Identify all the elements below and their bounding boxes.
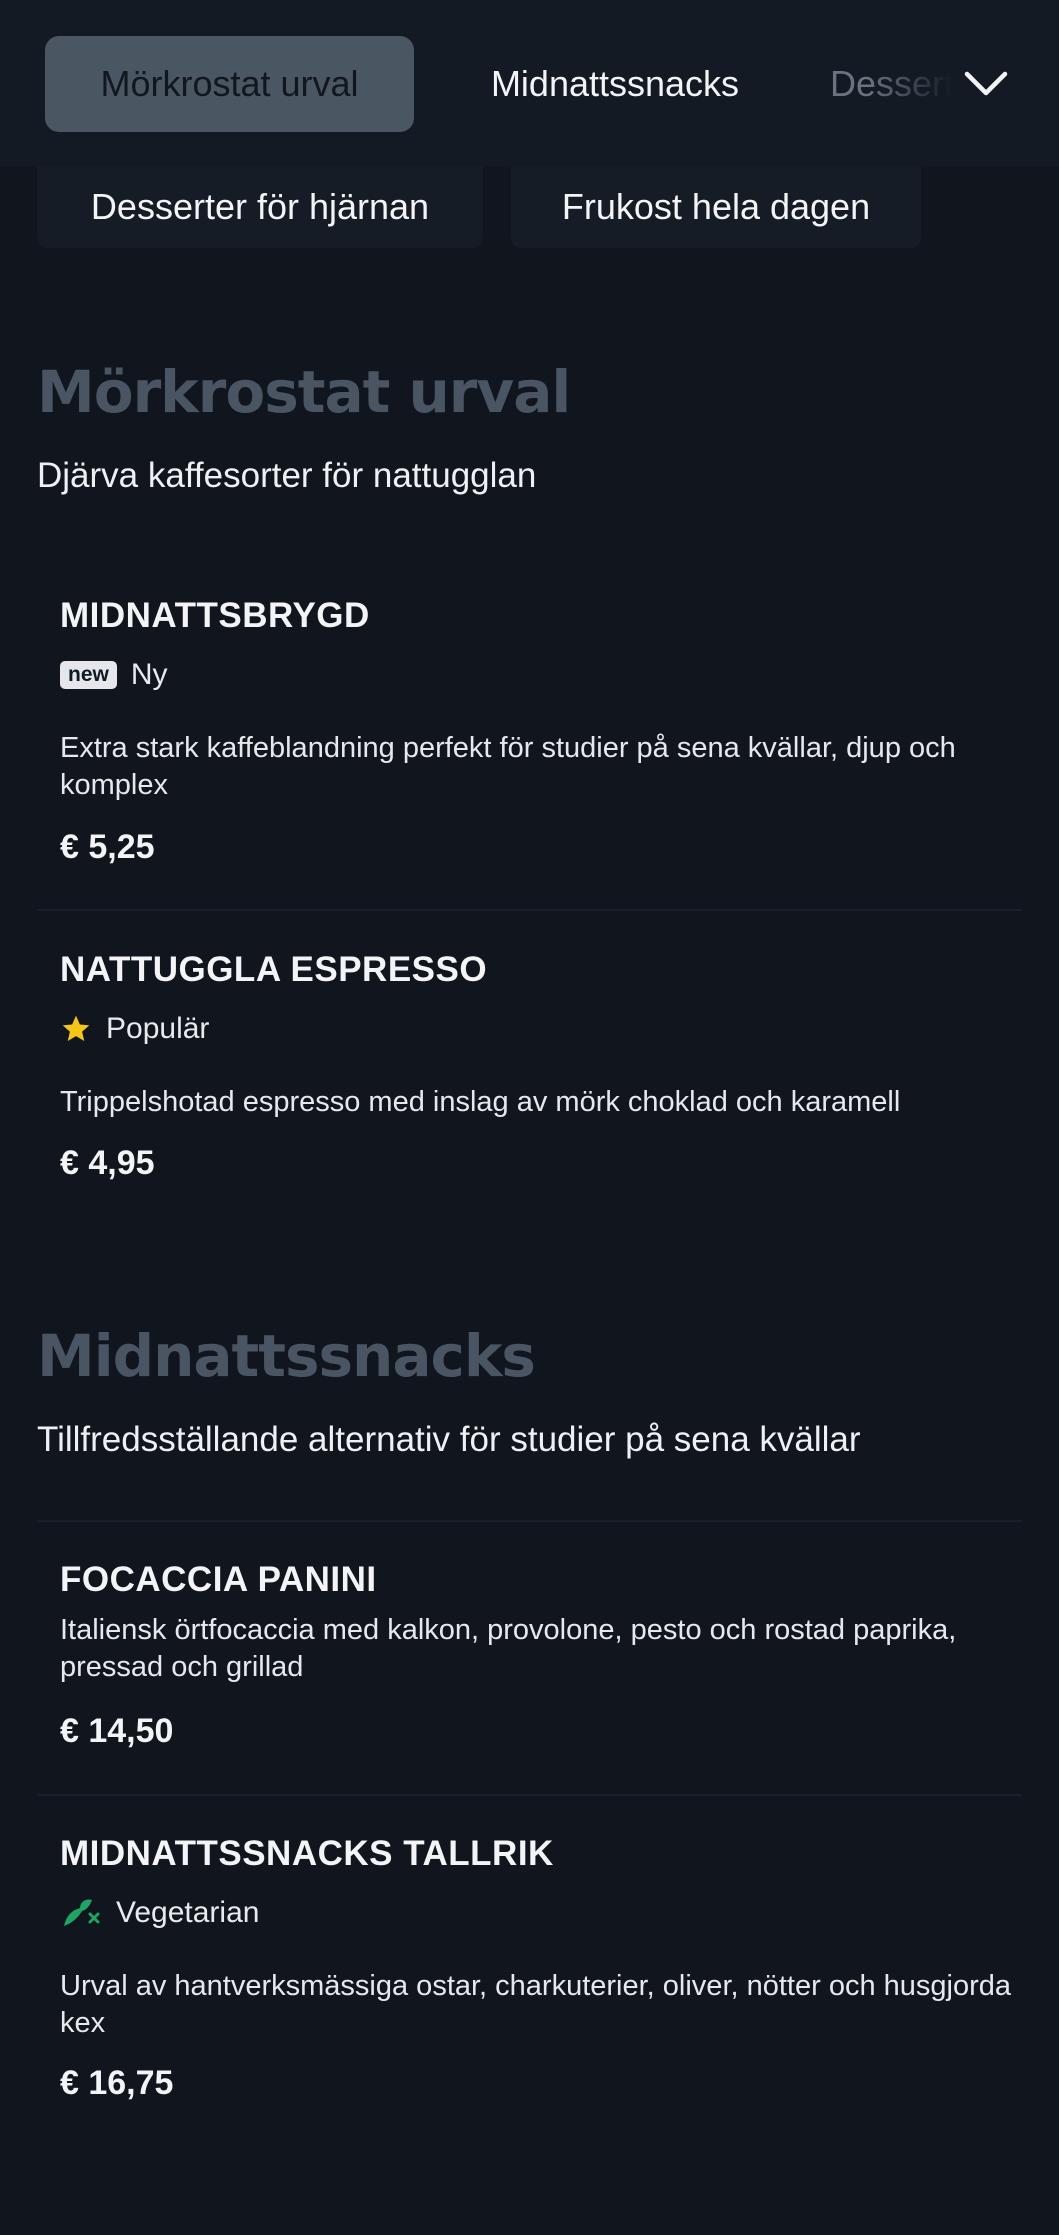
item-price: € 5,25: [60, 828, 155, 866]
item-name: MIDNATTSBRYGD: [60, 596, 370, 635]
item-name: FOCACCIA PANINI: [60, 1560, 377, 1599]
item-price: € 14,50: [60, 1712, 174, 1750]
tab-desserter-partial[interactable]: Desserter för hjärnan: [830, 36, 960, 132]
item-description: Extra stark kaffeblandning perfekt för s…: [60, 732, 956, 801]
section-subtitle-morkrostat: Djärva kaffesorter för nattugglan: [37, 456, 537, 495]
star-icon: [60, 1013, 92, 1045]
item-tag: new Ny: [60, 658, 168, 692]
tab-morkrostat-urval[interactable]: Mörkrostat urval: [45, 36, 414, 132]
new-badge: new: [60, 661, 117, 689]
item-price: € 4,95: [60, 1144, 155, 1182]
category-tab-bar: Mörkrostat urval Midnattssnacks Desserte…: [0, 0, 1059, 166]
item-description: Trippelshotad espresso med inslag av mör…: [60, 1086, 901, 1118]
menu-item-focaccia-panini[interactable]: FOCACCIA PANINI Italiensk örtfocaccia me…: [37, 1522, 1022, 1794]
item-description: Urval av hantverksmässiga ostar, charkut…: [60, 1970, 1012, 2039]
menu-item-midnattsbrygd[interactable]: MIDNATTSBRYGD new Ny Extra stark kaffebl…: [37, 560, 1022, 910]
item-divider: [37, 909, 1022, 911]
item-name: MIDNATTSSNACKS TALLRIK: [60, 1834, 554, 1873]
section-subtitle-midnattssnacks: Tillfredsställande alternativ för studie…: [37, 1420, 861, 1459]
item-tag: Populär: [60, 1012, 209, 1046]
tab-frukost-hela-dagen[interactable]: Frukost hela dagen: [511, 166, 921, 248]
section-title-morkrostat: Mörkrostat urval: [37, 358, 571, 426]
vegetarian-leaf-icon: [60, 1896, 102, 1930]
item-price: € 16,75: [60, 2064, 174, 2102]
menu-page: Mörkrostat urval Midnattssnacks Desserte…: [0, 0, 1059, 2235]
section-title-midnattssnacks: Midnattssnacks: [37, 1322, 536, 1390]
item-tag-label: Ny: [130, 658, 168, 691]
tab-desserter-for-hjarnan[interactable]: Desserter för hjärnan: [37, 166, 483, 248]
item-description: Italiensk örtfocaccia med kalkon, provol…: [60, 1614, 957, 1683]
tab-midnattssnacks[interactable]: Midnattssnacks: [440, 36, 790, 132]
menu-item-midnattssnacks-tallrik[interactable]: MIDNATTSSNACKS TALLRIK Vegetarian Urval …: [37, 1796, 1022, 2126]
item-tag-label: Vegetarian: [116, 1896, 260, 1929]
item-tag-label: Populär: [106, 1012, 210, 1045]
item-name: NATTUGGLA ESPRESSO: [60, 950, 488, 989]
item-tag: Vegetarian: [60, 1896, 259, 1930]
menu-item-nattuggla-espresso[interactable]: NATTUGGLA ESPRESSO Populär Trippelshotad…: [37, 912, 1022, 1212]
chevron-down-icon[interactable]: [960, 58, 1012, 110]
